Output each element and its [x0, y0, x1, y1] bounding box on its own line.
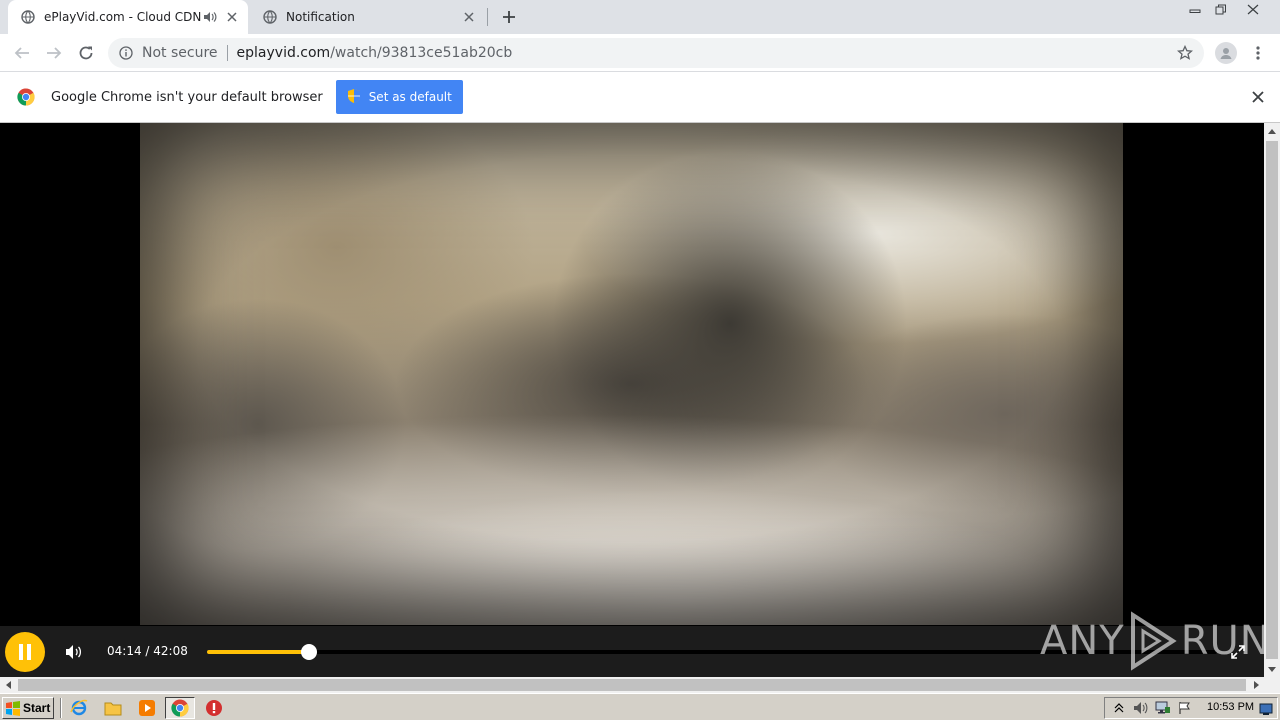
- desktop: ePlayVid.com - Cloud CDN Notification No…: [0, 0, 1280, 720]
- globe-icon: [20, 9, 36, 25]
- chrome-logo-icon: [17, 88, 35, 106]
- forward-arrow-icon[interactable]: [42, 41, 66, 65]
- watermark-right-text: RUN: [1180, 618, 1271, 664]
- start-label: Start: [23, 701, 51, 715]
- set-as-default-label: Set as default: [368, 90, 452, 104]
- media-player-icon[interactable]: [137, 698, 157, 718]
- network-tray-icon[interactable]: [1155, 700, 1171, 716]
- browser-toolbar: Not secure eplayvid.com /watch/93813ce51…: [0, 34, 1280, 72]
- tab-separator: [487, 8, 488, 26]
- ie-icon[interactable]: [69, 698, 89, 718]
- stop-icon[interactable]: [204, 698, 224, 718]
- start-button[interactable]: Start: [2, 697, 54, 719]
- tab-notification[interactable]: Notification: [250, 0, 485, 34]
- scroll-down-arrow-icon[interactable]: [1264, 661, 1280, 677]
- system-tray: 10:53 PM: [1104, 697, 1278, 719]
- scrollbar-corner: [1264, 677, 1280, 693]
- volume-button[interactable]: [64, 643, 84, 661]
- scroll-up-arrow-icon[interactable]: [1264, 123, 1280, 139]
- pause-icon: [19, 644, 31, 660]
- chrome-taskbar-button[interactable]: [165, 697, 195, 719]
- horizontal-scroll-thumb[interactable]: [18, 679, 1246, 691]
- video-vignette: [140, 123, 1123, 625]
- uac-shield-icon: [347, 88, 361, 107]
- vertical-scrollbar[interactable]: [1264, 123, 1280, 677]
- infobar-message: Google Chrome isn't your default browser: [51, 89, 323, 105]
- windows-flag-icon: [6, 701, 20, 716]
- close-tab-icon[interactable]: [224, 9, 240, 25]
- reload-icon[interactable]: [74, 41, 98, 65]
- url-path: /watch/93813ce51ab20cb: [330, 45, 513, 61]
- address-bar[interactable]: Not secure eplayvid.com /watch/93813ce51…: [108, 38, 1204, 68]
- folder-icon[interactable]: [103, 698, 123, 718]
- security-label: Not secure: [142, 45, 218, 61]
- page-content: 04:14 / 42:08 ANY RUN: [0, 123, 1270, 677]
- close-tab-icon[interactable]: [461, 9, 477, 25]
- horizontal-scrollbar[interactable]: [0, 677, 1264, 693]
- tab-title: ePlayVid.com - Cloud CDN: [44, 10, 202, 24]
- bookmark-star-icon[interactable]: [1176, 44, 1194, 62]
- seek-bar-handle[interactable]: [300, 644, 317, 660]
- tab-title: Notification: [286, 10, 355, 24]
- back-arrow-icon[interactable]: [10, 41, 34, 65]
- kebab-menu-icon[interactable]: [1250, 42, 1266, 64]
- chrome-icon: [171, 699, 189, 717]
- new-tab-plus-icon[interactable]: [498, 6, 520, 28]
- volume-tray-icon[interactable]: [1133, 700, 1149, 716]
- seek-bar-progress: [207, 650, 309, 654]
- info-icon[interactable]: [118, 45, 134, 61]
- scroll-left-arrow-icon[interactable]: [0, 677, 16, 693]
- default-browser-infobar: Google Chrome isn't your default browser…: [0, 72, 1280, 123]
- profile-avatar-icon[interactable]: [1215, 42, 1237, 64]
- tab-strip: ePlayVid.com - Cloud CDN Notification: [0, 0, 1280, 34]
- watermark-left-text: ANY: [1040, 618, 1125, 664]
- set-as-default-button[interactable]: Set as default: [335, 80, 463, 114]
- show-desktop-icon[interactable]: [1259, 701, 1273, 715]
- restore-window-icon[interactable]: [1208, 0, 1234, 18]
- globe-icon: [262, 9, 278, 25]
- taskbar-clock[interactable]: 10:53 PM: [1207, 701, 1254, 713]
- close-window-icon[interactable]: [1240, 0, 1266, 18]
- pause-button[interactable]: [5, 632, 45, 672]
- taskbar-separator: [60, 698, 62, 718]
- time-display: 04:14 / 42:08: [107, 644, 188, 658]
- vertical-scroll-thumb[interactable]: [1266, 141, 1278, 659]
- close-infobar-icon[interactable]: [1250, 89, 1266, 105]
- volume-icon: [66, 645, 82, 659]
- video-frame[interactable]: [140, 123, 1123, 625]
- show-hidden-icons-icon[interactable]: [1111, 700, 1127, 716]
- scroll-right-arrow-icon[interactable]: [1248, 677, 1264, 693]
- url-host: eplayvid.com: [236, 45, 331, 61]
- windows-taskbar: Start 10:53 PM: [0, 693, 1280, 720]
- anyrun-watermark: ANY RUN: [1040, 611, 1271, 671]
- tab-eplayvid[interactable]: ePlayVid.com - Cloud CDN: [8, 0, 248, 34]
- action-center-flag-icon[interactable]: [1177, 700, 1193, 716]
- minimize-window-icon[interactable]: [1182, 0, 1208, 18]
- omnibox-divider: [226, 45, 228, 61]
- watermark-play-icon: [1130, 611, 1177, 671]
- speaker-icon[interactable]: [202, 9, 218, 25]
